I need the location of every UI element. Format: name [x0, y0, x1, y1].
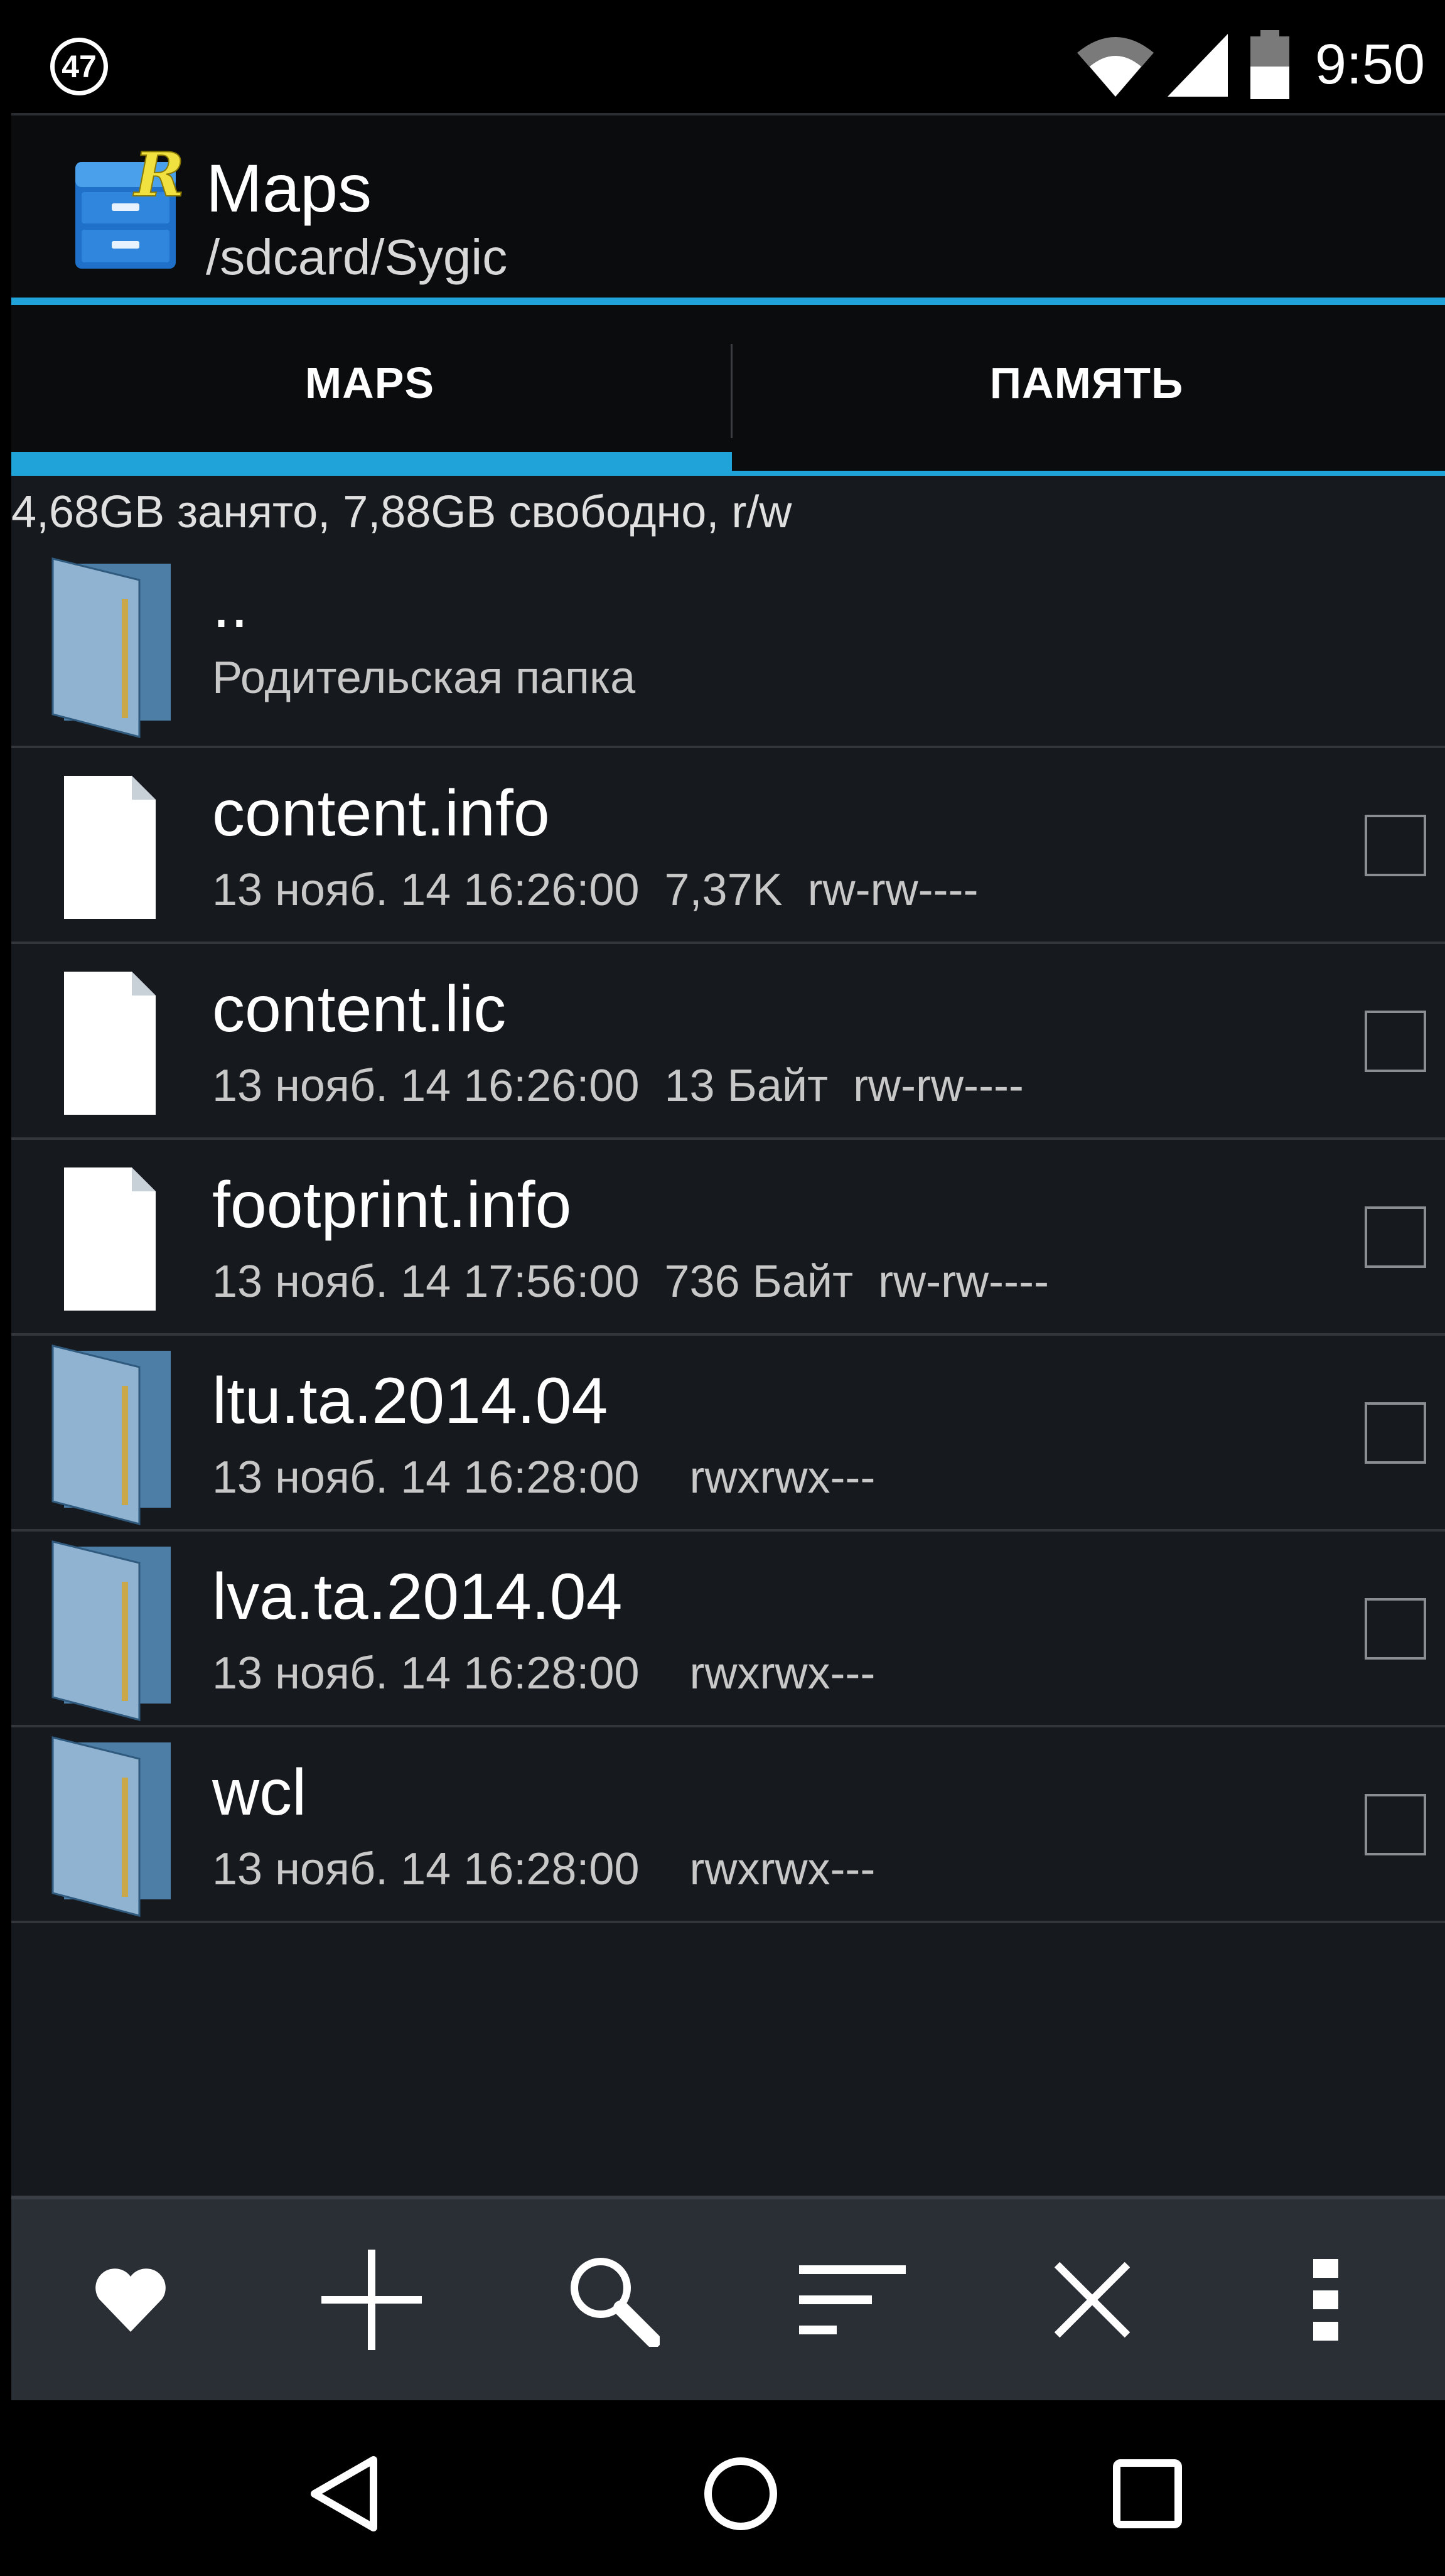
list-item[interactable]: wcl 13 нояб. 14 16:28:00 rwxrwx--- — [11, 1727, 1445, 1923]
tab-maps[interactable]: MAPS — [11, 305, 728, 476]
notification-count-badge: 47 — [50, 38, 108, 95]
overflow-menu-icon — [1313, 2259, 1338, 2341]
tab-bar: MAPS ПАМЯТЬ — [11, 305, 1445, 476]
cell-signal-icon — [1168, 34, 1228, 97]
select-checkbox[interactable] — [1365, 1206, 1426, 1268]
sort-button[interactable] — [733, 2199, 972, 2400]
select-checkbox[interactable] — [1365, 1794, 1426, 1855]
file-name: lva.ta.2014.04 — [212, 1560, 623, 1633]
add-button[interactable] — [252, 2199, 491, 2400]
battery-icon — [1250, 30, 1289, 99]
tab-memory[interactable]: ПАМЯТЬ — [728, 305, 1445, 476]
file-meta: 13 нояб. 14 16:28:00 rwxrwx--- — [212, 1844, 876, 1894]
tab-indicator-active — [11, 452, 732, 476]
list-item-parent[interactable]: .. Родительская папка — [11, 544, 1445, 748]
home-icon — [704, 2457, 777, 2530]
overflow-menu-button[interactable] — [1206, 2199, 1445, 2400]
list-item[interactable]: ltu.ta.2014.04 13 нояб. 14 16:28:00 rwxr… — [11, 1336, 1445, 1532]
select-checkbox[interactable] — [1365, 1402, 1426, 1464]
close-icon — [1055, 2262, 1130, 2337]
status-bar: 47 9:50 — [11, 11, 1445, 115]
home-button[interactable] — [615, 2400, 866, 2576]
file-name: wcl — [212, 1756, 307, 1829]
file-icon — [64, 1167, 156, 1311]
file-name: .. — [212, 569, 249, 641]
system-nav-bar — [11, 2400, 1445, 2576]
file-icon — [64, 972, 156, 1115]
favorites-button[interactable] — [11, 2199, 250, 2400]
file-name: ltu.ta.2014.04 — [212, 1365, 608, 1437]
back-icon — [311, 2456, 377, 2531]
current-path: /sdcard/Sygic — [206, 229, 508, 285]
select-checkbox[interactable] — [1365, 1598, 1426, 1660]
storage-info: 4,68GB занято, 7,88GB свободно, r/w — [11, 487, 792, 537]
select-checkbox[interactable] — [1365, 815, 1426, 876]
list-item[interactable]: content.info 13 нояб. 14 16:26:00 7,37K … — [11, 748, 1445, 944]
file-meta: Родительская папка — [212, 653, 636, 703]
file-meta: 13 нояб. 14 16:28:00 rwxrwx--- — [212, 1452, 876, 1503]
app-bar: R Maps /sdcard/Sygic — [11, 115, 1445, 298]
file-name: content.info — [212, 777, 550, 850]
file-cabinet-logo[interactable]: R — [69, 147, 182, 272]
screen: 47 9:50 R Maps /sdcard/Sygic MAPS ПАМЯТЬ… — [11, 11, 1445, 2576]
file-meta: 13 нояб. 14 16:28:00 rwxrwx--- — [212, 1648, 876, 1699]
app-title: Maps — [206, 150, 372, 226]
folder-icon — [51, 1540, 171, 1721]
plus-icon — [321, 2250, 422, 2350]
search-button[interactable] — [493, 2199, 732, 2400]
file-name: content.lic — [212, 973, 507, 1046]
bottom-toolbar — [11, 2196, 1445, 2404]
list-item[interactable]: lva.ta.2014.04 13 нояб. 14 16:28:00 rwxr… — [11, 1532, 1445, 1727]
list-item[interactable]: footprint.info 13 нояб. 14 17:56:00 736 … — [11, 1140, 1445, 1336]
folder-icon — [51, 557, 171, 738]
recents-button[interactable] — [1022, 2400, 1273, 2576]
close-button[interactable] — [973, 2199, 1211, 2400]
folder-icon — [51, 1344, 171, 1525]
sort-icon — [799, 2265, 906, 2334]
file-meta: 13 нояб. 14 17:56:00 736 Байт rw-rw---- — [212, 1257, 1049, 1307]
search-icon — [571, 2258, 660, 2347]
list-item[interactable]: content.lic 13 нояб. 14 16:26:00 13 Байт… — [11, 944, 1445, 1140]
back-button[interactable] — [218, 2400, 470, 2576]
select-checkbox[interactable] — [1365, 1011, 1426, 1072]
file-meta: 13 нояб. 14 16:26:00 7,37K rw-rw---- — [212, 865, 979, 915]
wifi-icon — [1077, 37, 1154, 97]
file-icon — [64, 776, 156, 919]
heart-icon — [95, 2268, 166, 2332]
recents-icon — [1113, 2459, 1182, 2528]
svg-text:R: R — [132, 147, 182, 210]
clock: 9:50 — [1314, 33, 1425, 96]
file-meta: 13 нояб. 14 16:26:00 13 Байт rw-rw---- — [212, 1061, 1024, 1111]
header-accent-line — [11, 298, 1445, 305]
folder-icon — [51, 1736, 171, 1917]
file-name: footprint.info — [212, 1169, 572, 1242]
